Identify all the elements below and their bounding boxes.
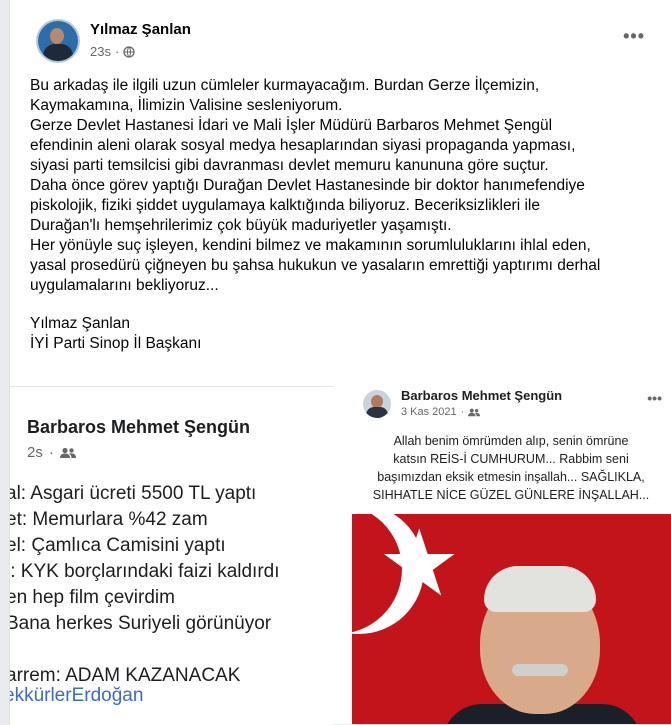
right-screenshot-line: katsın REİS-İ CUMHURUM... Rabbim seni xyxy=(393,452,629,466)
facebook-post: Yılmaz Şanlan 23s · ••• Bu arkadaş ile i… xyxy=(9,0,671,725)
more-options-icon[interactable]: ••• xyxy=(623,26,645,47)
post-line: Kaymakamına, İlimizin Valisine sesleniyo… xyxy=(30,97,343,114)
post-meta: 23s · xyxy=(90,44,135,59)
left-screenshot-line: en hep film çevirdim xyxy=(10,587,175,608)
post-line: uygulamalarını bekliyoruz... xyxy=(30,277,219,294)
post-line: siyasi parti temsilcisi gibi davranması … xyxy=(30,157,549,174)
right-screenshot-date: 3 Kas 2021 xyxy=(401,406,457,418)
left-screenshot-image[interactable]: Barbaros Mehmet Şengün 2s · al: Asgari ü… xyxy=(10,386,333,725)
post-line: Her yönüyle suç işleyen, kendini bilmez … xyxy=(30,237,591,254)
hair-shape xyxy=(484,566,596,612)
left-screenshot-line: et: Memurlara %42 zam xyxy=(10,509,208,530)
post-line: efendinin aleni olarak sosyal medya hesa… xyxy=(30,137,576,154)
left-screenshot-line: al: Asgari ücreti 5500 TL yaptı xyxy=(10,483,257,504)
left-screenshot-text: al: Asgari ücreti 5500 TL yaptı et: Memu… xyxy=(10,481,280,689)
moustache-shape xyxy=(512,664,568,676)
signature-title: İYİ Parti Sinop İl Başkanı xyxy=(30,335,202,352)
signature-name: Yılmaz Şanlan xyxy=(30,315,130,332)
left-screenshot-hashtag: ekkürlerErdoğan xyxy=(10,685,144,706)
post-line: Gerze Devlet Hastanesi İdari ve Mali İşl… xyxy=(30,117,553,134)
post-time[interactable]: 23s xyxy=(90,44,111,59)
left-screenshot-author: Barbaros Mehmet Şengün xyxy=(27,417,251,437)
post-author-name[interactable]: Yılmaz Şanlan xyxy=(90,21,191,38)
post-line: Bu arkadaş ile ilgili uzun cümleler kurm… xyxy=(30,77,540,94)
post-line: Daha önce görev yaptığı Durağan Devlet H… xyxy=(30,177,585,194)
post-line: yasal prosedürü çiğneyen bu şahsa hukuku… xyxy=(30,257,601,274)
post-line: Durağan'lı hemşehrilerimiz çok büyük mad… xyxy=(30,217,452,234)
more-options-icon: ••• xyxy=(647,390,662,406)
left-screenshot-line: l: KYK borçlarındaki faizi kaldırdı xyxy=(10,561,280,582)
left-screenshot-time: 2s xyxy=(27,444,43,461)
left-screenshot-line xyxy=(10,637,280,663)
post-body: Bu arkadaş ile ilgili uzun cümleler kurm… xyxy=(30,76,660,354)
star-shape: ★ xyxy=(378,514,461,615)
right-screenshot-line: başımızdan eksik etmesin inşallah... SAĞ… xyxy=(377,470,645,484)
left-screenshot-line: Bana herkes Suriyeli görünüyor xyxy=(10,613,272,634)
friends-icon xyxy=(468,408,481,416)
right-screenshot-avatar xyxy=(363,390,391,418)
friends-icon xyxy=(59,447,76,458)
author-avatar[interactable] xyxy=(38,21,78,61)
right-screenshot-text: Allah benim ömrümden alıp, senin ömrüne … xyxy=(361,432,661,504)
left-screenshot-meta: 2s · xyxy=(27,444,76,461)
right-screenshot-image[interactable]: Barbaros Mehmet Şengün 3 Kas 2021 · ••• … xyxy=(343,386,671,724)
post-line: piskolojik, fiziki şiddet uygulamaya kal… xyxy=(30,197,540,214)
portrait-photo: ★ xyxy=(352,514,671,724)
right-screenshot-line: SIHHATLE NİCE GÜZEL GÜNLERE İNŞALLAH... xyxy=(372,488,650,502)
right-screenshot-meta: 3 Kas 2021 · xyxy=(401,406,481,418)
globe-icon xyxy=(123,45,135,58)
left-screenshot-line: el: Çamlıca Camisini yaptı xyxy=(10,535,226,556)
right-screenshot-line: Allah benim ömrümden alıp, senin ömrüne xyxy=(393,434,629,448)
right-screenshot-author: Barbaros Mehmet Şengün xyxy=(401,388,563,403)
